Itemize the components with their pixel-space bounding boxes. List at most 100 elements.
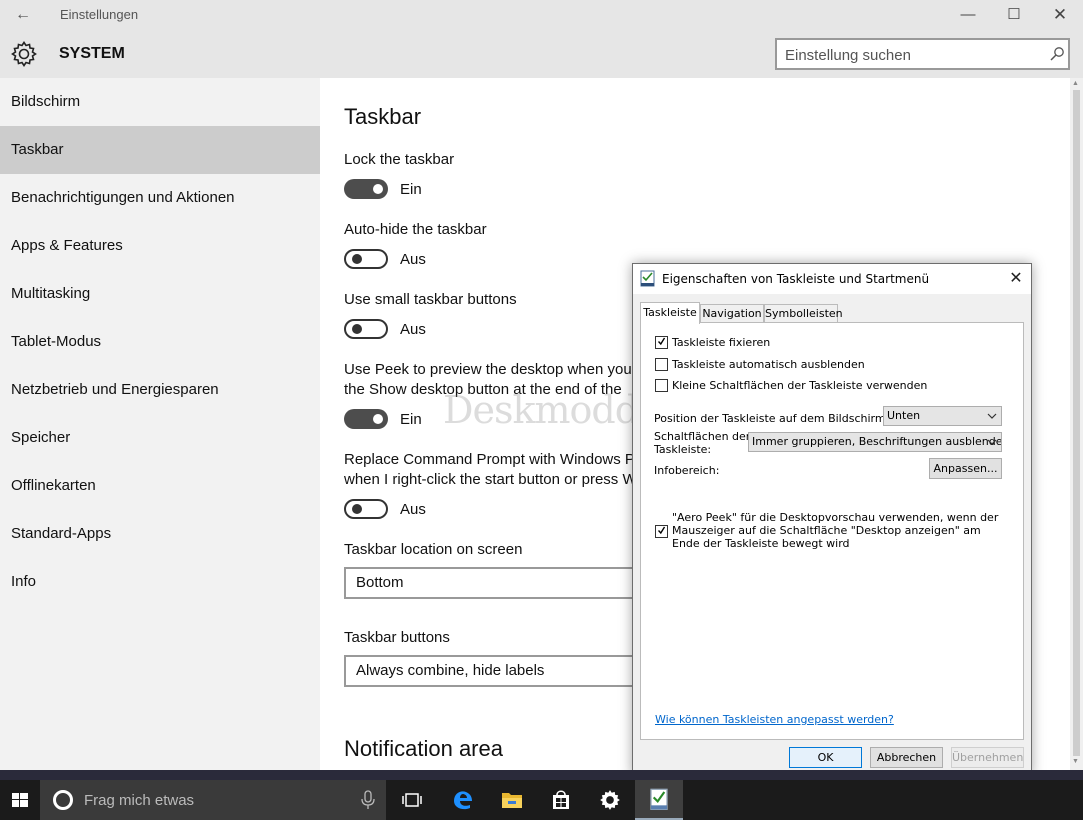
toggle-state-autohide: Aus [400, 251, 426, 268]
checkbox-taskleiste-fixieren[interactable] [655, 336, 668, 349]
page-title: SYSTEM [59, 45, 125, 62]
sidebar-item-speicher[interactable]: Speicher [0, 414, 320, 462]
store-button[interactable] [537, 780, 585, 820]
toggle-peek[interactable] [344, 409, 388, 429]
search-icon[interactable] [1049, 46, 1065, 62]
sidebar-item-multitasking[interactable]: Multitasking [0, 270, 320, 318]
scrollbar[interactable]: ▲ ▼ [1070, 78, 1083, 770]
taskbar-location-select[interactable]: Bottom [344, 567, 644, 599]
toggle-knob [352, 504, 362, 514]
cortana-search-input[interactable] [84, 790, 344, 810]
cortana-search-box[interactable] [40, 780, 386, 820]
settings-button[interactable] [586, 780, 634, 820]
minimize-button[interactable]: — [956, 3, 980, 27]
chevron-down-icon [987, 413, 997, 419]
edge-icon [454, 791, 472, 810]
toggle-state-lock: Ein [400, 181, 422, 198]
checkbox-taskleiste-ausblenden[interactable] [655, 358, 668, 371]
position-select[interactable]: Unten [883, 406, 1002, 426]
toggle-knob [352, 254, 362, 264]
scroll-up-icon[interactable]: ▲ [1072, 80, 1079, 87]
checkbox-label: Taskleiste fixieren [672, 336, 771, 349]
sidebar-item-info[interactable]: Info [0, 558, 320, 606]
gear-icon [11, 41, 37, 67]
taskbar-buttons-select[interactable]: Always combine, hide labels [344, 655, 644, 687]
tab-panel: Taskleiste fixieren Taskleiste automatis… [640, 322, 1024, 740]
sidebar-item-netzbetrieb[interactable]: Netzbetrieb und Energiesparen [0, 366, 320, 414]
toggle-state-small-buttons: Aus [400, 321, 426, 338]
start-button[interactable] [0, 780, 40, 820]
taskbar-properties-icon [640, 270, 655, 287]
chevron-down-icon [987, 439, 997, 445]
toggle-powershell[interactable] [344, 499, 388, 519]
cancel-button[interactable]: Abbrechen [870, 747, 943, 768]
toggle-small-buttons[interactable] [344, 319, 388, 339]
aero-peek-label: "Aero Peek" für die Desktopvorschau verw… [672, 511, 999, 550]
tab-taskleiste[interactable]: Taskleiste [640, 302, 700, 324]
settings-icon [600, 790, 620, 810]
setting-label-autohide: Auto-hide the taskbar [344, 221, 487, 238]
buttons-select[interactable]: Immer gruppieren, Beschriftungen ausblen… [748, 432, 1002, 452]
setting-label-lock: Lock the taskbar [344, 151, 455, 168]
dialog-title: Eigenschaften von Taskleiste und Startme… [662, 272, 930, 286]
back-arrow-icon[interactable]: ← [12, 5, 34, 25]
sidebar-item-benachrichtigungen[interactable]: Benachrichtigungen und Aktionen [0, 174, 320, 222]
checkbox-kleine-schaltflaechen[interactable] [655, 379, 668, 392]
toggle-state-peek: Ein [400, 411, 422, 428]
checkmark-icon [658, 526, 665, 535]
windows-taskbar [0, 780, 1083, 820]
toggle-state-powershell: Aus [400, 501, 426, 518]
window-titlebar: ← Einstellungen — ☐ ✕ [0, 0, 1083, 30]
sidebar-item-offlinekarten[interactable]: Offlinekarten [0, 462, 320, 510]
search-box [775, 38, 1070, 70]
buttons-select-value: Immer gruppieren, Beschriftungen ausblen… [752, 435, 1002, 448]
setting-label-location: Taskbar location on screen [344, 541, 523, 558]
setting-label-powershell-line1: Replace Command Prompt with Windows Po [344, 451, 644, 468]
checkbox-aero-peek[interactable] [655, 525, 668, 538]
dialog-close-icon[interactable]: ✕ [1006, 268, 1026, 288]
scrollbar-thumb[interactable] [1073, 90, 1080, 756]
checkmark-icon [658, 337, 665, 346]
task-view-button[interactable] [388, 780, 436, 820]
scroll-down-icon[interactable]: ▼ [1072, 758, 1079, 765]
file-explorer-icon [502, 793, 522, 808]
toggle-autohide-taskbar[interactable] [344, 249, 388, 269]
search-input[interactable] [785, 45, 1035, 65]
setting-label-peek-line1: Use Peek to preview the desktop when you [344, 361, 632, 378]
sidebar: Bildschirm Taskbar Benachrichtigungen un… [0, 78, 320, 770]
sidebar-item-bildschirm[interactable]: Bildschirm [0, 78, 320, 126]
buttons-label-line1: Schaltflächen der [654, 430, 751, 443]
sidebar-item-tablet-modus[interactable]: Tablet-Modus [0, 318, 320, 366]
infobereich-label: Infobereich: [654, 464, 720, 477]
position-label: Position der Taskleiste auf dem Bildschi… [654, 412, 890, 425]
tab-symbolleisten[interactable]: Symbolleisten [764, 304, 843, 323]
setting-label-buttons: Taskbar buttons [344, 629, 450, 646]
tab-navigation[interactable]: Navigation [700, 304, 764, 323]
settings-header: SYSTEM [0, 30, 1083, 78]
sidebar-item-taskbar[interactable]: Taskbar [0, 126, 320, 174]
section-heading-notification-area: Notification area [344, 736, 503, 761]
close-button[interactable]: ✕ [1048, 3, 1072, 27]
taskbar-properties-button[interactable] [635, 780, 683, 820]
anpassen-button[interactable]: Anpassen... [929, 458, 1002, 479]
ok-button[interactable]: OK [789, 747, 862, 768]
buttons-label-line2: Taskleiste: [654, 443, 712, 456]
file-explorer-button[interactable] [488, 780, 536, 820]
toggle-knob [352, 324, 362, 334]
maximize-button[interactable]: ☐ [1002, 3, 1026, 27]
store-icon [553, 790, 569, 809]
setting-label-powershell-line2: when I right-click the start button or p… [344, 471, 637, 488]
taskbar-properties-icon [650, 788, 668, 810]
position-select-value: Unten [887, 409, 921, 422]
desktop-strip [0, 770, 1083, 780]
sidebar-item-standard-apps[interactable]: Standard-Apps [0, 510, 320, 558]
checkbox-label: Taskleiste automatisch ausblenden [672, 358, 865, 371]
apply-button[interactable]: Übernehmen [951, 747, 1024, 768]
section-heading-taskbar: Taskbar [344, 104, 422, 129]
sidebar-item-apps-features[interactable]: Apps & Features [0, 222, 320, 270]
toggle-lock-taskbar[interactable] [344, 179, 388, 199]
microphone-icon[interactable] [360, 790, 376, 810]
help-link[interactable]: Wie können Taskleisten angepasst werden? [655, 713, 894, 726]
checkbox-label: Kleine Schaltflächen der Taskleiste verw… [672, 379, 928, 392]
edge-button[interactable] [439, 780, 487, 820]
